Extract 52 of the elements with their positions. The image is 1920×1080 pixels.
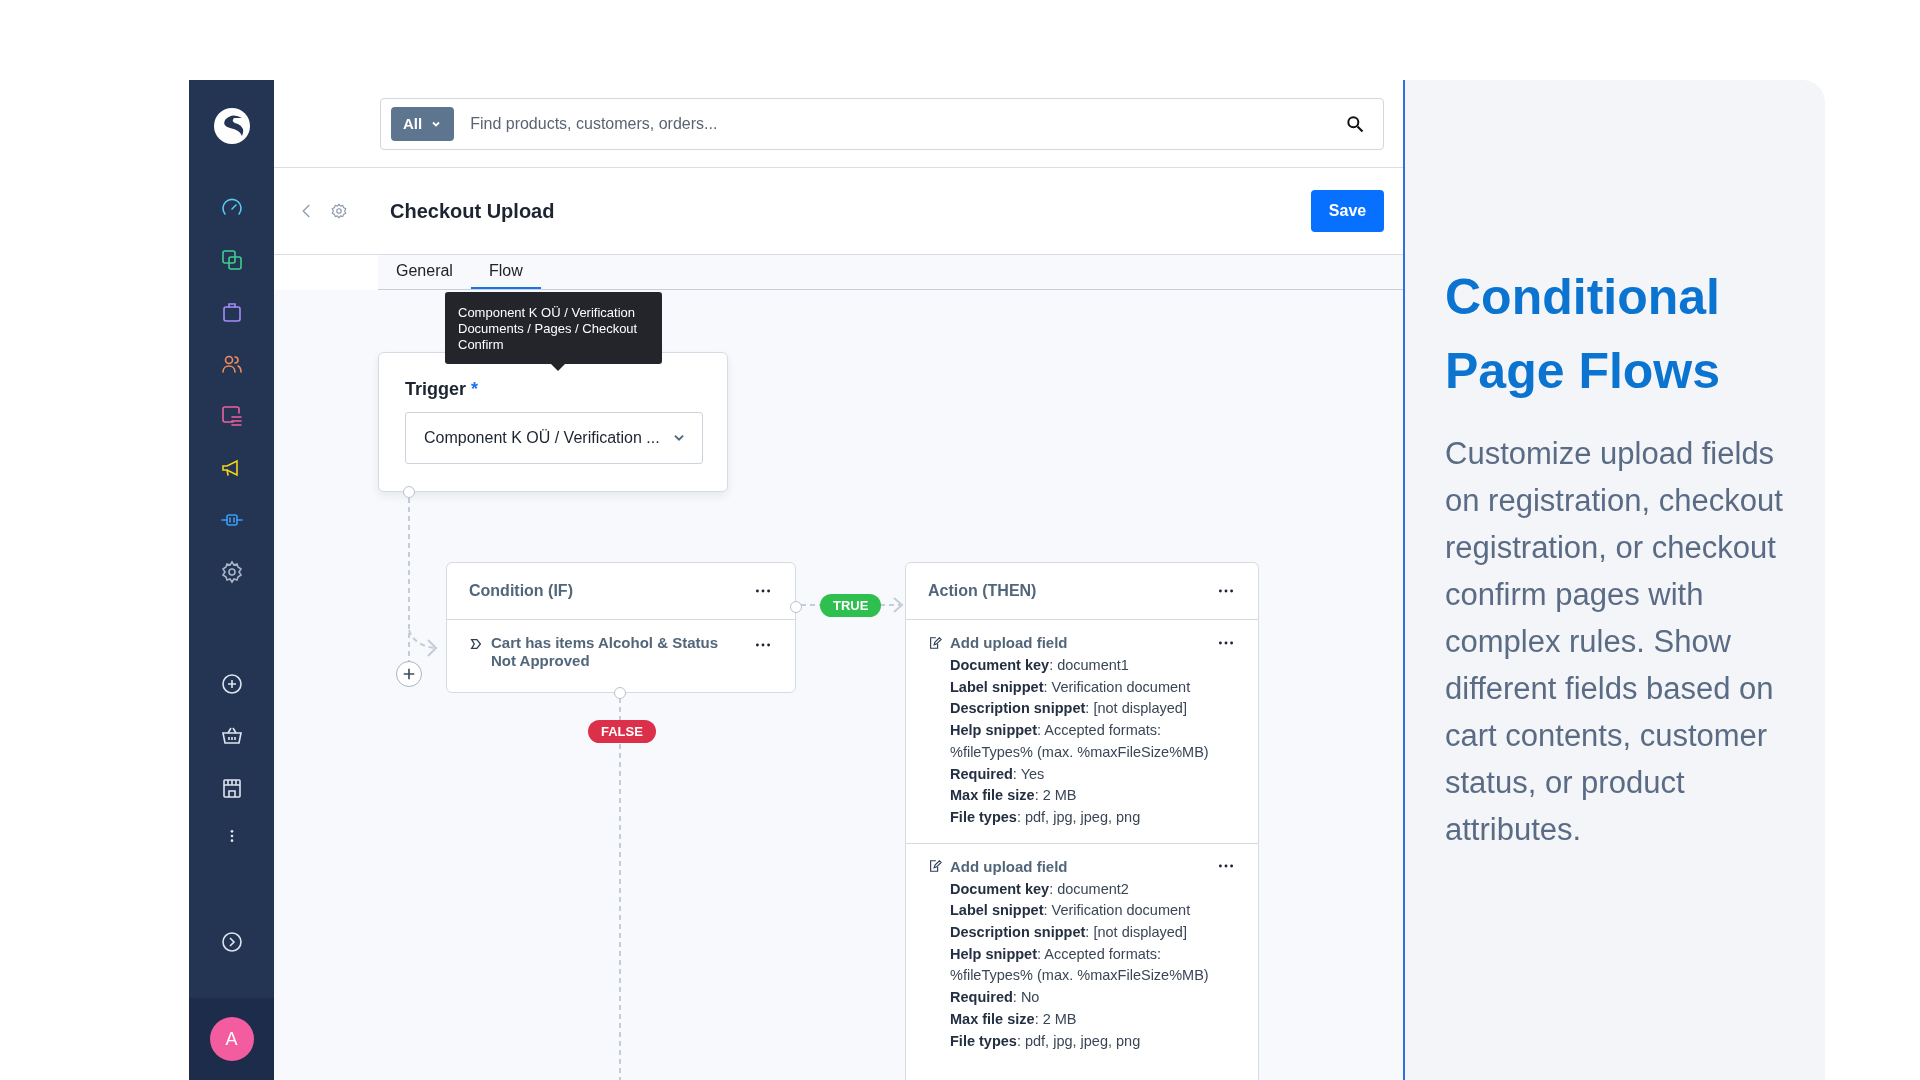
card-title: Action (THEN) [928,582,1037,600]
action-detail: Required: No [950,988,1041,1008]
filter-dropdown[interactable]: All [391,106,455,141]
expand-icon[interactable] [219,930,244,954]
action-detail: Document key: document1 [950,656,1130,675]
action-detail: Required: Yes [950,764,1046,784]
tag-icon [469,637,483,651]
action-title: Add upload field [950,857,1069,875]
edit-document-icon [928,859,942,874]
card-title: Condition (IF) [469,582,573,600]
action-detail: Help snippet: Accepted formats: %fileTypes% (max. %maxFileSize%MB) [950,721,1210,762]
edit-document-icon [928,635,942,650]
logo-icon [211,106,252,146]
search-field[interactable]: All Find products, customers, orders... [380,97,1384,150]
action-detail: Max file size: 2 MB [950,786,1078,806]
action-title: Add upload field [950,634,1069,651]
tooltip: Component K OÜ / Verification Documents / Pages / Checkout Confirm [445,292,662,364]
required-mark: * [471,379,479,399]
tab[interactable]: General [378,255,471,289]
panel-heading: Conditional Page Flows [1445,268,1722,401]
action-detail: Label snippet: Verification document [950,901,1192,921]
more-icon[interactable] [755,642,771,648]
action-detail: File types: pdf, jpg, jpeg, png [950,807,1142,827]
tooltip-arrow [551,364,565,371]
action-detail: Description snippet: [not displayed] [950,699,1188,719]
action-detail: Help snippet: Accepted formats: %fileTypes% (max. %maxFileSize%MB) [950,944,1210,986]
add-step-button[interactable] [396,661,422,687]
trigger-select[interactable]: Component K OÜ / Verification ... [405,412,703,464]
page-title: Checkout Upload [390,199,556,223]
add-circle-icon[interactable] [219,672,244,696]
action-detail: Label snippet: Verification document [950,677,1192,697]
settings-icon[interactable] [219,560,244,584]
avatar[interactable]: A [209,1017,254,1061]
condition-rule: Cart has items Alcohol & Status Not Approved [491,634,719,670]
search-icon[interactable] [1345,113,1365,134]
action-detail: Max file size: 2 MB [950,1009,1078,1029]
more-icon[interactable] [1218,639,1234,646]
panel-description: Customize upload fields on registration, checkout registration, or checkout confirm pages with complex rules. Show different fields based on cart contents, customer status, or product attributes. [1445,435,1784,849]
save-button[interactable]: Save [1311,190,1384,232]
connector-arrow [408,629,438,657]
more-icon[interactable] [755,588,771,594]
action-detail: File types: pdf, jpg, jpeg, png [950,1031,1142,1051]
false-branch-badge: FALSE [588,720,656,743]
field-label: Trigger [405,379,466,399]
true-branch-badge: TRUE [820,594,882,617]
action-detail: Description snippet: [not displayed] [950,923,1188,943]
list-icon[interactable] [219,404,244,428]
settings-icon[interactable] [330,202,348,220]
copy-icon[interactable] [219,248,244,272]
more-icon[interactable] [1218,863,1234,870]
action-detail: Document key: document2 [950,879,1130,899]
more-icon[interactable] [1218,588,1234,594]
